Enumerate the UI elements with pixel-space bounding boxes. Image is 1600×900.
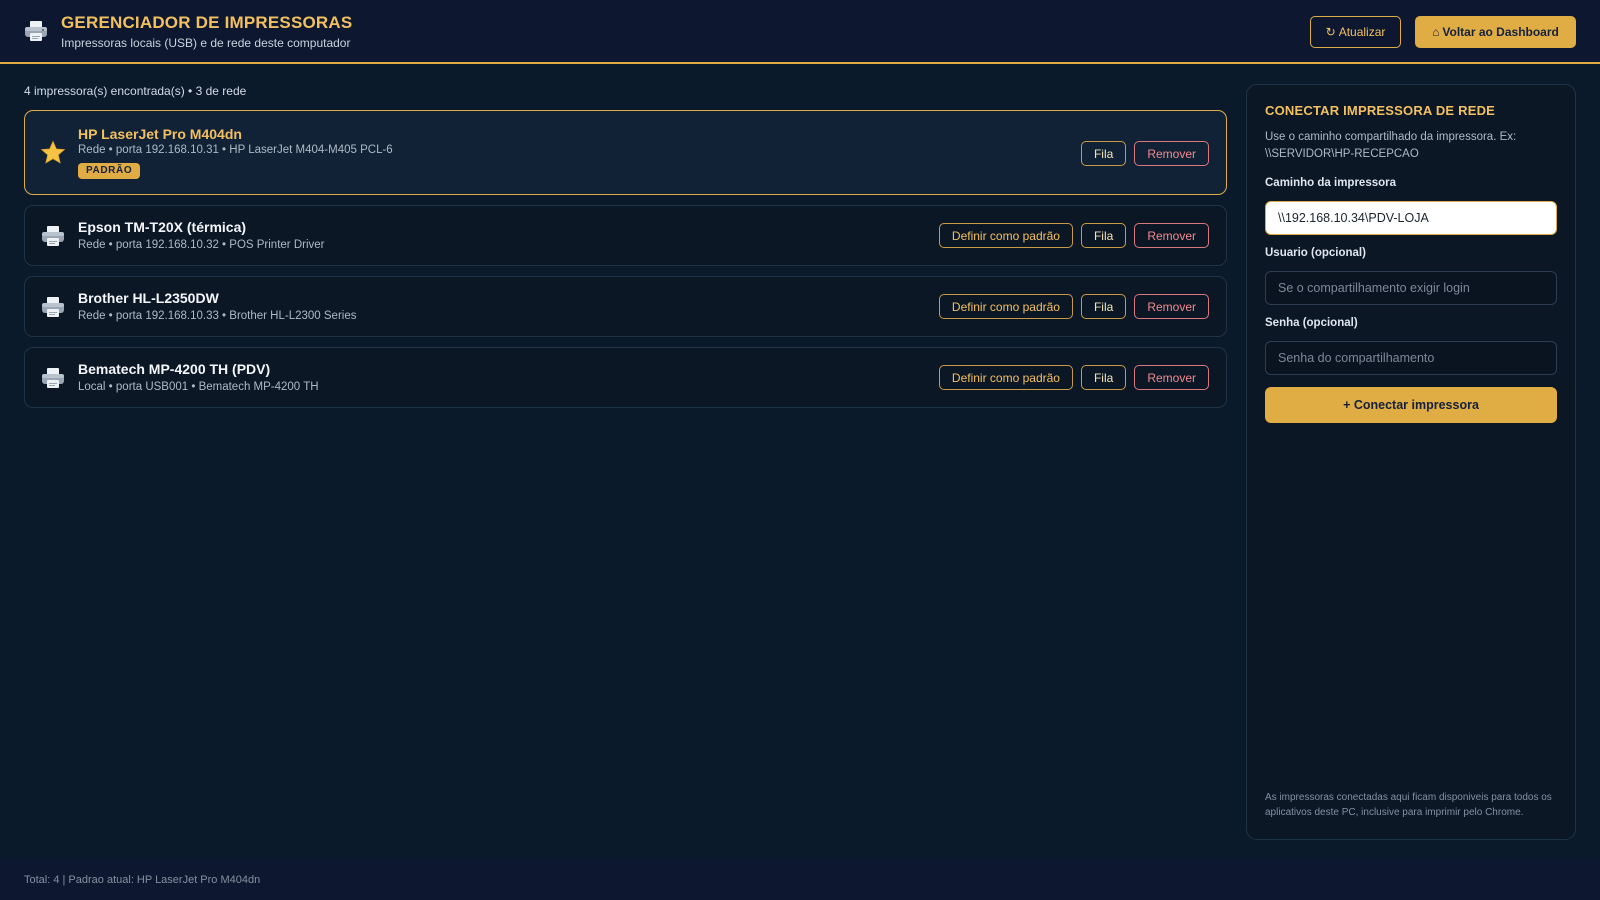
printer-actions: Fila Remover — [1080, 141, 1209, 166]
refresh-button[interactable]: ↻ Atualizar — [1310, 16, 1401, 48]
queue-button[interactable]: Fila — [1080, 223, 1127, 248]
queue-button[interactable]: Fila — [1080, 294, 1127, 319]
printer-manager-app: GERENCIADOR DE IMPRESSORAS Impressoras l… — [0, 0, 1600, 900]
printer-icon — [40, 294, 66, 320]
password-label: Senha (opcional) — [1265, 317, 1358, 329]
printer-card: Brother HL-L2350DW Rede • porta 192.168.… — [24, 276, 1227, 337]
connect-network-printer-panel: CONECTAR IMPRESSORA DE REDE Use o caminh… — [1246, 84, 1576, 840]
printer-path-input[interactable] — [1265, 201, 1557, 235]
printer-actions: Definir como padrão Fila Remover — [938, 223, 1209, 248]
panel-description: Use o caminho compartilhado da impressor… — [1265, 131, 1517, 160]
printer-actions: Definir como padrão Fila Remover — [938, 294, 1209, 319]
printer-actions: Definir como padrão Fila Remover — [938, 365, 1209, 390]
remove-button[interactable]: Remover — [1134, 365, 1209, 390]
status-footer: Total: 4 | Padrao atual: HP LaserJet Pro… — [0, 859, 1600, 900]
dashboard-label: Voltar ao Dashboard — [1442, 25, 1559, 39]
printer-card: Epson TM-T20X (térmica) Rede • porta 192… — [24, 205, 1227, 266]
printer-details: Local • porta USB001 • Bematech MP-4200 … — [78, 381, 319, 393]
remove-button[interactable]: Remover — [1134, 294, 1209, 319]
default-badge: PADRÃO — [78, 163, 141, 179]
back-to-dashboard-button[interactable]: ⌂ Voltar ao Dashboard — [1415, 16, 1576, 48]
queue-button[interactable]: Fila — [1080, 141, 1127, 166]
printer-details: Rede • porta 192.168.10.31 • HP LaserJet… — [78, 144, 393, 156]
printer-card: Bematech MP-4200 TH (PDV) Local • porta … — [24, 347, 1227, 408]
password-input[interactable] — [1265, 341, 1557, 375]
set-default-button[interactable]: Definir como padrão — [938, 294, 1073, 319]
printer-icon — [40, 365, 66, 391]
set-default-button[interactable]: Definir como padrão — [938, 365, 1073, 390]
footer-status-text: Total: 4 | Padrao atual: HP LaserJet Pro… — [24, 873, 261, 886]
refresh-label: Atualizar — [1338, 25, 1386, 39]
path-label: Caminho da impressora — [1265, 177, 1397, 189]
printer-name: Epson TM-T20X (térmica) — [78, 219, 247, 235]
home-icon: ⌂ — [1432, 25, 1440, 39]
connect-printer-button[interactable]: + Conectar impressora — [1265, 387, 1557, 423]
panel-title: CONECTAR IMPRESSORA DE REDE — [1265, 103, 1496, 118]
printer-icon — [40, 223, 66, 249]
printer-icon — [23, 18, 49, 44]
printer-details: Rede • porta 192.168.10.32 • POS Printer… — [78, 239, 325, 251]
page-title: GERENCIADOR DE IMPRESSORAS — [61, 13, 353, 32]
user-label: Usuario (opcional) — [1265, 247, 1366, 259]
set-default-button[interactable]: Definir como padrão — [938, 223, 1073, 248]
printer-name: Brother HL-L2350DW — [78, 290, 219, 306]
panel-footnote: As impressoras conectadas aqui ficam dis… — [1265, 792, 1552, 818]
printer-count: 4 impressora(s) encontrada(s) • 3 de red… — [24, 84, 247, 98]
username-input[interactable] — [1265, 271, 1557, 305]
remove-button[interactable]: Remover — [1134, 141, 1209, 166]
refresh-icon: ↻ — [1325, 25, 1336, 39]
app-header: GERENCIADOR DE IMPRESSORAS Impressoras l… — [0, 0, 1600, 64]
printer-name: Bematech MP-4200 TH (PDV) — [78, 361, 271, 377]
page-subtitle: Impressoras locais (USB) e de rede deste… — [61, 36, 351, 50]
queue-button[interactable]: Fila — [1080, 365, 1127, 390]
printer-card: HP LaserJet Pro M404dn Rede • porta 192.… — [24, 110, 1227, 195]
printer-details: Rede • porta 192.168.10.33 • Brother HL-… — [78, 310, 357, 322]
printer-name: HP LaserJet Pro M404dn — [78, 126, 242, 142]
star-icon — [40, 140, 66, 166]
remove-button[interactable]: Remover — [1134, 223, 1209, 248]
